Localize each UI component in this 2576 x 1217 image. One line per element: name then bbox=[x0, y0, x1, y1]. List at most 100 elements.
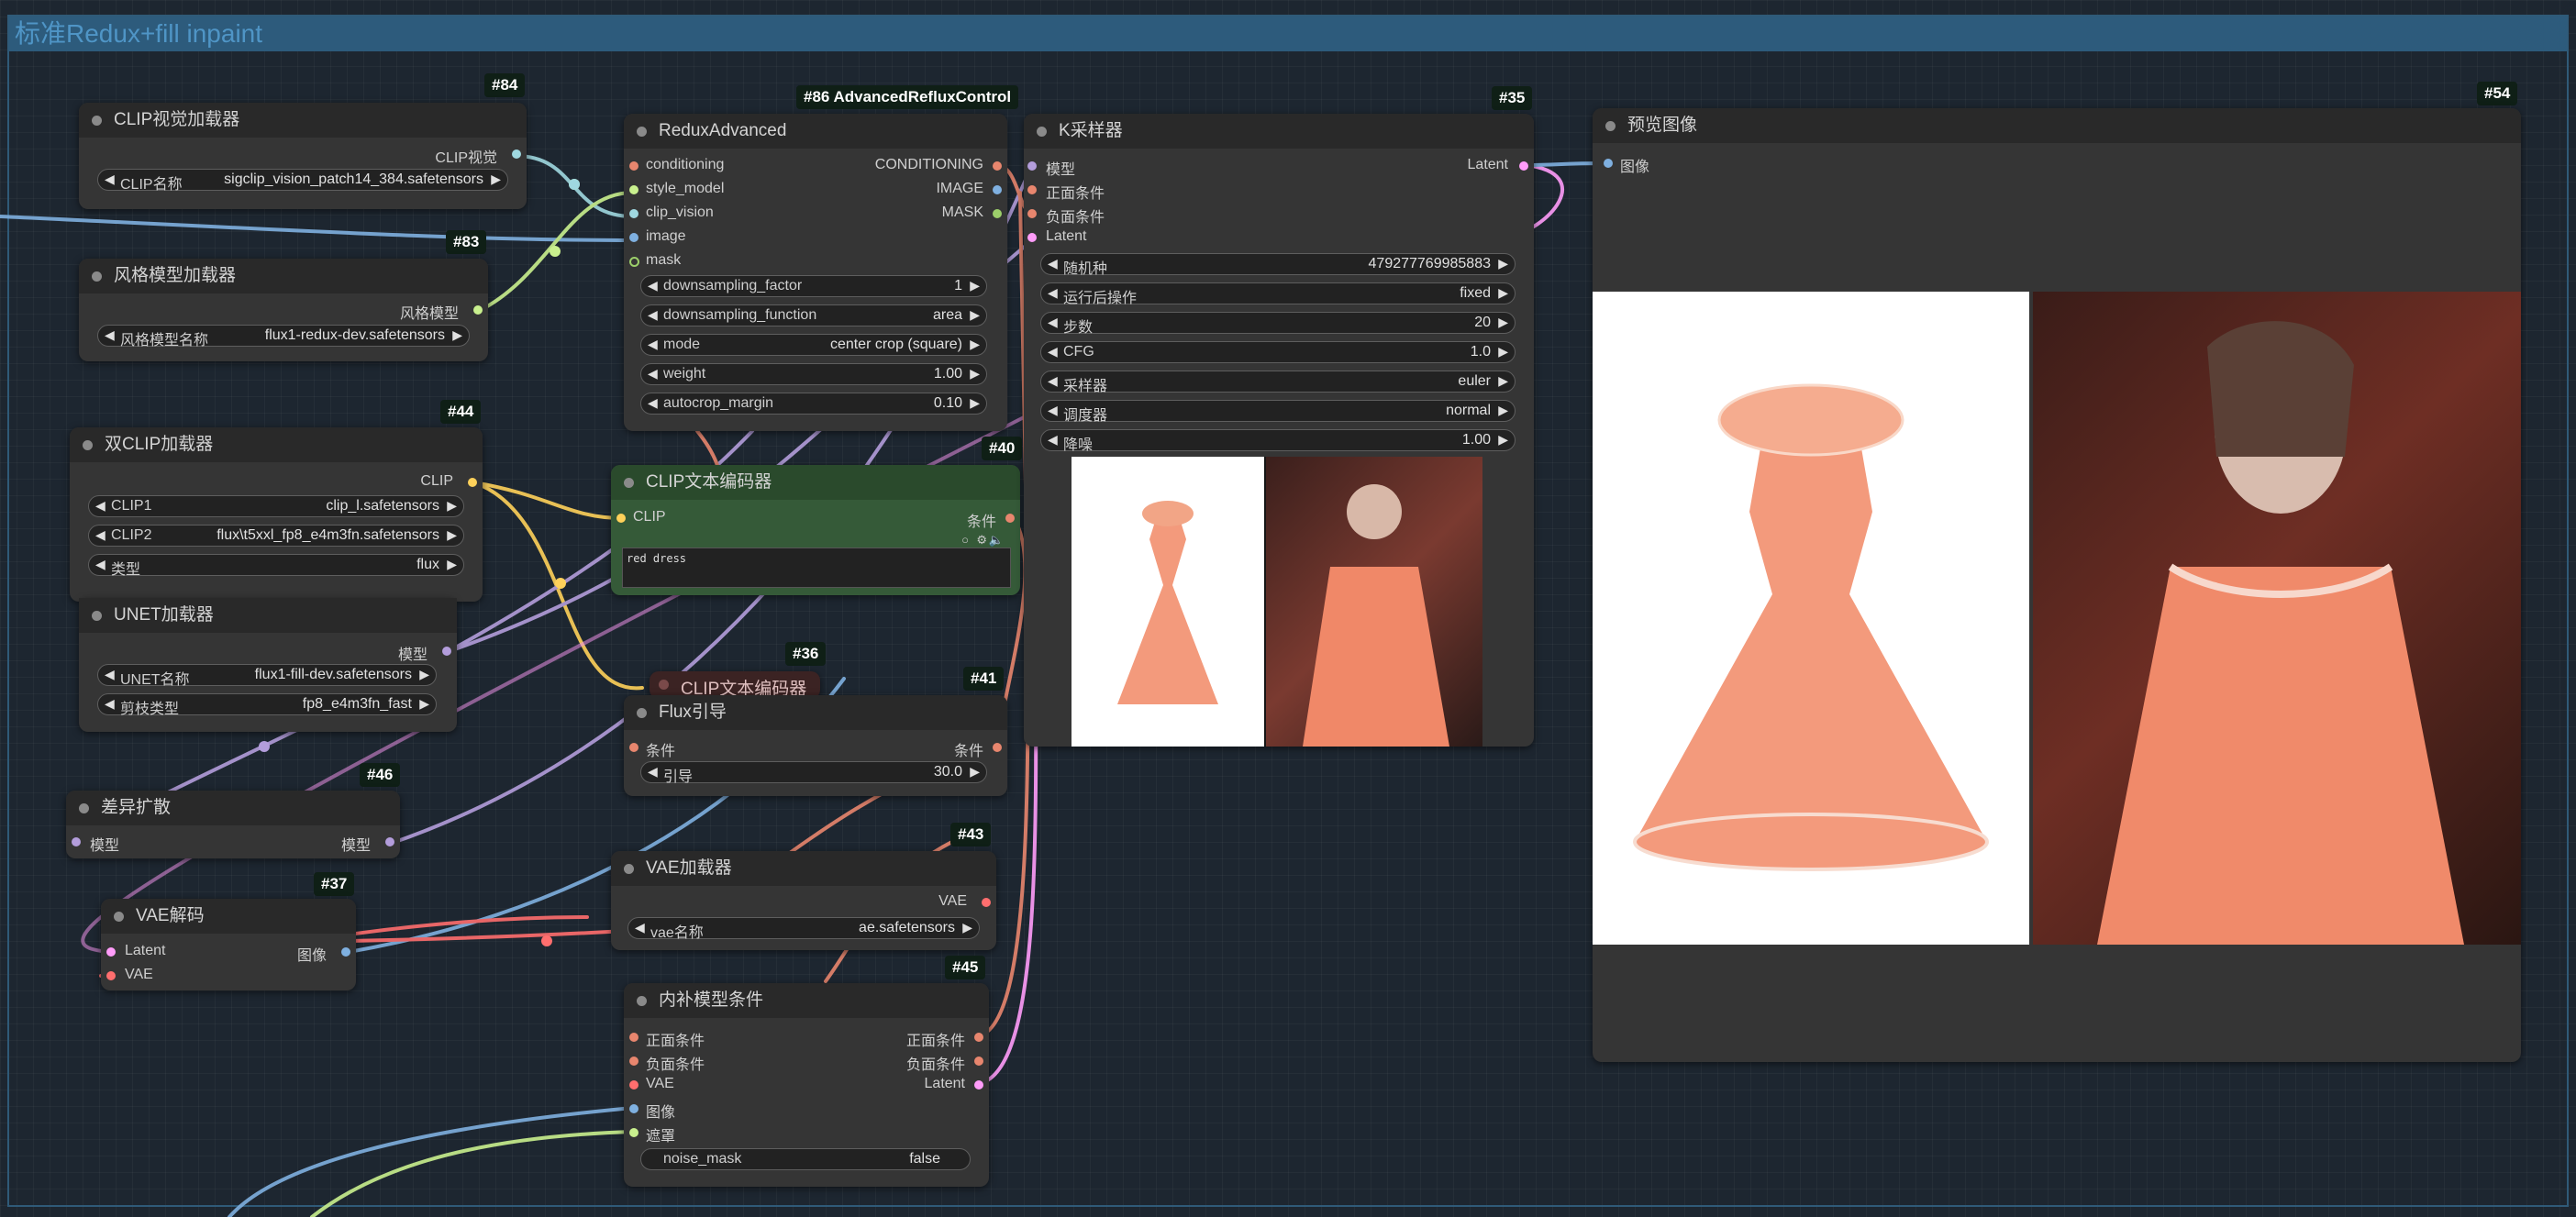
arrow-left-icon[interactable]: ◀ bbox=[1048, 403, 1058, 418]
widget-number[interactable]: ◀ weight 1.00 ▶ bbox=[640, 363, 987, 385]
output-slot[interactable] bbox=[473, 305, 483, 315]
output-slot[interactable] bbox=[385, 837, 394, 846]
widget-combo[interactable]: ◀ CLIP名称 sigclip_vision_patch14_384.safe… bbox=[97, 169, 508, 193]
arrow-right-icon[interactable]: ▶ bbox=[970, 395, 980, 411]
node-preview-image[interactable]: 预览图像 图像 bbox=[1593, 108, 2521, 1062]
node-title[interactable]: CLIP视觉加载器 bbox=[79, 103, 527, 138]
node-inpaint-model-conditioning[interactable]: 内补模型条件 正面条件 负面条件 VAE 图像 遮罩 正面条件 负面条件 Lat… bbox=[624, 983, 989, 1187]
widget-combo[interactable]: ◀ 剪枝类型 fp8_e4m3fn_fast ▶ bbox=[97, 693, 437, 717]
arrow-right-icon[interactable]: ▶ bbox=[970, 278, 980, 293]
widget-combo[interactable]: ◀ downsampling_function area ▶ bbox=[640, 304, 987, 326]
widget-number[interactable]: ◀ 随机种 479277769985883 ▶ bbox=[1040, 253, 1516, 277]
input-slot[interactable] bbox=[629, 233, 638, 242]
arrow-right-icon[interactable]: ▶ bbox=[1498, 315, 1508, 330]
widget-combo[interactable]: ◀ vae名称 ae.safetensors ▶ bbox=[627, 917, 980, 941]
arrow-right-icon[interactable]: ▶ bbox=[1498, 256, 1508, 271]
output-slot[interactable] bbox=[468, 478, 477, 487]
collapse-dot-icon[interactable] bbox=[83, 440, 93, 450]
output-slot[interactable] bbox=[974, 1080, 983, 1090]
input-slot[interactable] bbox=[629, 257, 639, 267]
node-title[interactable]: VAE加载器 bbox=[611, 851, 996, 886]
arrow-left-icon[interactable]: ◀ bbox=[1048, 285, 1058, 301]
widget-combo[interactable]: ◀ CLIP2 flux\t5xxl_fp8_e4m3fn.safetensor… bbox=[88, 525, 464, 547]
node-title[interactable]: 内补模型条件 bbox=[624, 983, 989, 1018]
status-circle-icon[interactable]: ○ bbox=[961, 533, 969, 547]
arrow-right-icon[interactable]: ▶ bbox=[970, 307, 980, 323]
widget-number[interactable]: ◀ autocrop_margin 0.10 ▶ bbox=[640, 393, 987, 415]
widget-combo[interactable]: ◀ 调度器 normal ▶ bbox=[1040, 400, 1516, 424]
widget-number[interactable]: ◀ 降噪 1.00 ▶ bbox=[1040, 429, 1516, 453]
input-slot[interactable] bbox=[1027, 161, 1037, 171]
node-title[interactable]: ReduxAdvanced bbox=[624, 114, 1007, 149]
output-slot[interactable] bbox=[442, 647, 451, 656]
arrow-left-icon[interactable]: ◀ bbox=[105, 327, 115, 343]
input-slot[interactable] bbox=[629, 1080, 638, 1090]
node-style-model-loader[interactable]: 风格模型加载器 风格模型 ◀ 风格模型名称 flux1-redux-dev.sa… bbox=[79, 259, 488, 361]
widget-number[interactable]: ◀ CFG 1.0 ▶ bbox=[1040, 341, 1516, 363]
arrow-right-icon[interactable]: ▶ bbox=[447, 527, 457, 543]
arrow-right-icon[interactable]: ▶ bbox=[447, 498, 457, 514]
collapse-dot-icon[interactable] bbox=[114, 912, 124, 922]
input-slot[interactable] bbox=[1604, 159, 1613, 168]
arrow-left-icon[interactable]: ◀ bbox=[648, 366, 658, 382]
prompt-textarea[interactable]: red dress bbox=[622, 548, 1011, 588]
output-slot[interactable] bbox=[993, 161, 1002, 171]
node-flux-guidance[interactable]: Flux引导 条件 条件 ◀ 引导 30.0 ▶ bbox=[624, 695, 1007, 796]
arrow-left-icon[interactable]: ◀ bbox=[1048, 315, 1058, 330]
arrow-left-icon[interactable]: ◀ bbox=[648, 278, 658, 293]
arrow-left-icon[interactable]: ◀ bbox=[1048, 432, 1058, 448]
node-title[interactable]: VAE解码 bbox=[101, 899, 356, 934]
arrow-right-icon[interactable]: ▶ bbox=[491, 171, 501, 187]
collapse-dot-icon[interactable] bbox=[92, 611, 102, 621]
arrow-right-icon[interactable]: ▶ bbox=[1498, 403, 1508, 418]
collapse-dot-icon[interactable] bbox=[92, 271, 102, 282]
collapse-dot-icon[interactable] bbox=[637, 127, 647, 137]
collapse-dot-icon[interactable] bbox=[79, 803, 89, 813]
arrow-right-icon[interactable]: ▶ bbox=[970, 764, 980, 780]
node-clip-text-encoder[interactable]: CLIP文本编码器 CLIP 条件 ○ ⚙ 🔈 red dress bbox=[611, 465, 1020, 595]
arrow-left-icon[interactable]: ◀ bbox=[95, 557, 105, 572]
node-unet-loader[interactable]: UNET加载器 模型 ◀ UNET名称 flux1-fill-dev.safet… bbox=[79, 598, 457, 732]
arrow-left-icon[interactable]: ◀ bbox=[648, 395, 658, 411]
collapse-dot-icon[interactable] bbox=[1605, 121, 1616, 131]
node-title[interactable]: K采样器 bbox=[1024, 114, 1534, 149]
input-slot[interactable] bbox=[629, 161, 638, 171]
widget-toggle[interactable]: noise_mask false bbox=[640, 1148, 971, 1170]
widget-combo[interactable]: ◀ 采样器 euler ▶ bbox=[1040, 371, 1516, 394]
group-title[interactable]: 标准Redux+fill inpaint bbox=[9, 17, 2567, 51]
output-slot[interactable] bbox=[1519, 161, 1528, 171]
speaker-icon[interactable]: 🔈 bbox=[989, 533, 1004, 548]
node-differential-diffusion[interactable]: 差异扩散 模型 模型 bbox=[66, 791, 400, 858]
arrow-right-icon[interactable]: ▶ bbox=[1498, 432, 1508, 448]
node-title[interactable]: 风格模型加载器 bbox=[79, 259, 488, 293]
collapse-dot-icon[interactable] bbox=[624, 478, 634, 488]
input-slot[interactable] bbox=[106, 971, 116, 980]
arrow-left-icon[interactable]: ◀ bbox=[648, 307, 658, 323]
arrow-left-icon[interactable]: ◀ bbox=[95, 527, 105, 543]
widget-number[interactable]: ◀ 步数 20 ▶ bbox=[1040, 312, 1516, 336]
arrow-right-icon[interactable]: ▶ bbox=[1498, 373, 1508, 389]
widget-combo[interactable]: ◀ CLIP1 clip_l.safetensors ▶ bbox=[88, 495, 464, 517]
node-title[interactable]: 差异扩散 bbox=[66, 791, 400, 825]
arrow-right-icon[interactable]: ▶ bbox=[970, 366, 980, 382]
input-slot[interactable] bbox=[629, 1128, 638, 1137]
output-slot[interactable] bbox=[993, 743, 1002, 752]
input-slot[interactable] bbox=[106, 947, 116, 957]
input-slot[interactable] bbox=[1027, 209, 1037, 218]
node-vae-decode[interactable]: VAE解码 Latent VAE 图像 bbox=[101, 899, 356, 990]
widget-combo[interactable]: ◀ mode center crop (square) ▶ bbox=[640, 334, 987, 356]
widget-combo[interactable]: ◀ 运行后操作 fixed ▶ bbox=[1040, 282, 1516, 306]
settings-icon[interactable]: ⚙ bbox=[976, 533, 987, 548]
arrow-left-icon[interactable]: ◀ bbox=[1048, 344, 1058, 360]
arrow-left-icon[interactable]: ◀ bbox=[105, 171, 115, 187]
arrow-left-icon[interactable]: ◀ bbox=[105, 667, 115, 682]
widget-combo[interactable]: ◀ UNET名称 flux1-fill-dev.safetensors ▶ bbox=[97, 664, 437, 688]
input-slot[interactable] bbox=[629, 1057, 638, 1066]
input-slot[interactable] bbox=[629, 209, 638, 218]
arrow-left-icon[interactable]: ◀ bbox=[648, 764, 658, 780]
widget-number[interactable]: ◀ downsampling_factor 1 ▶ bbox=[640, 275, 987, 297]
input-slot[interactable] bbox=[1027, 233, 1037, 242]
node-title[interactable]: UNET加载器 bbox=[79, 598, 457, 633]
widget-combo[interactable]: ◀ 风格模型名称 flux1-redux-dev.safetensors ▶ bbox=[97, 325, 470, 349]
arrow-left-icon[interactable]: ◀ bbox=[1048, 256, 1058, 271]
